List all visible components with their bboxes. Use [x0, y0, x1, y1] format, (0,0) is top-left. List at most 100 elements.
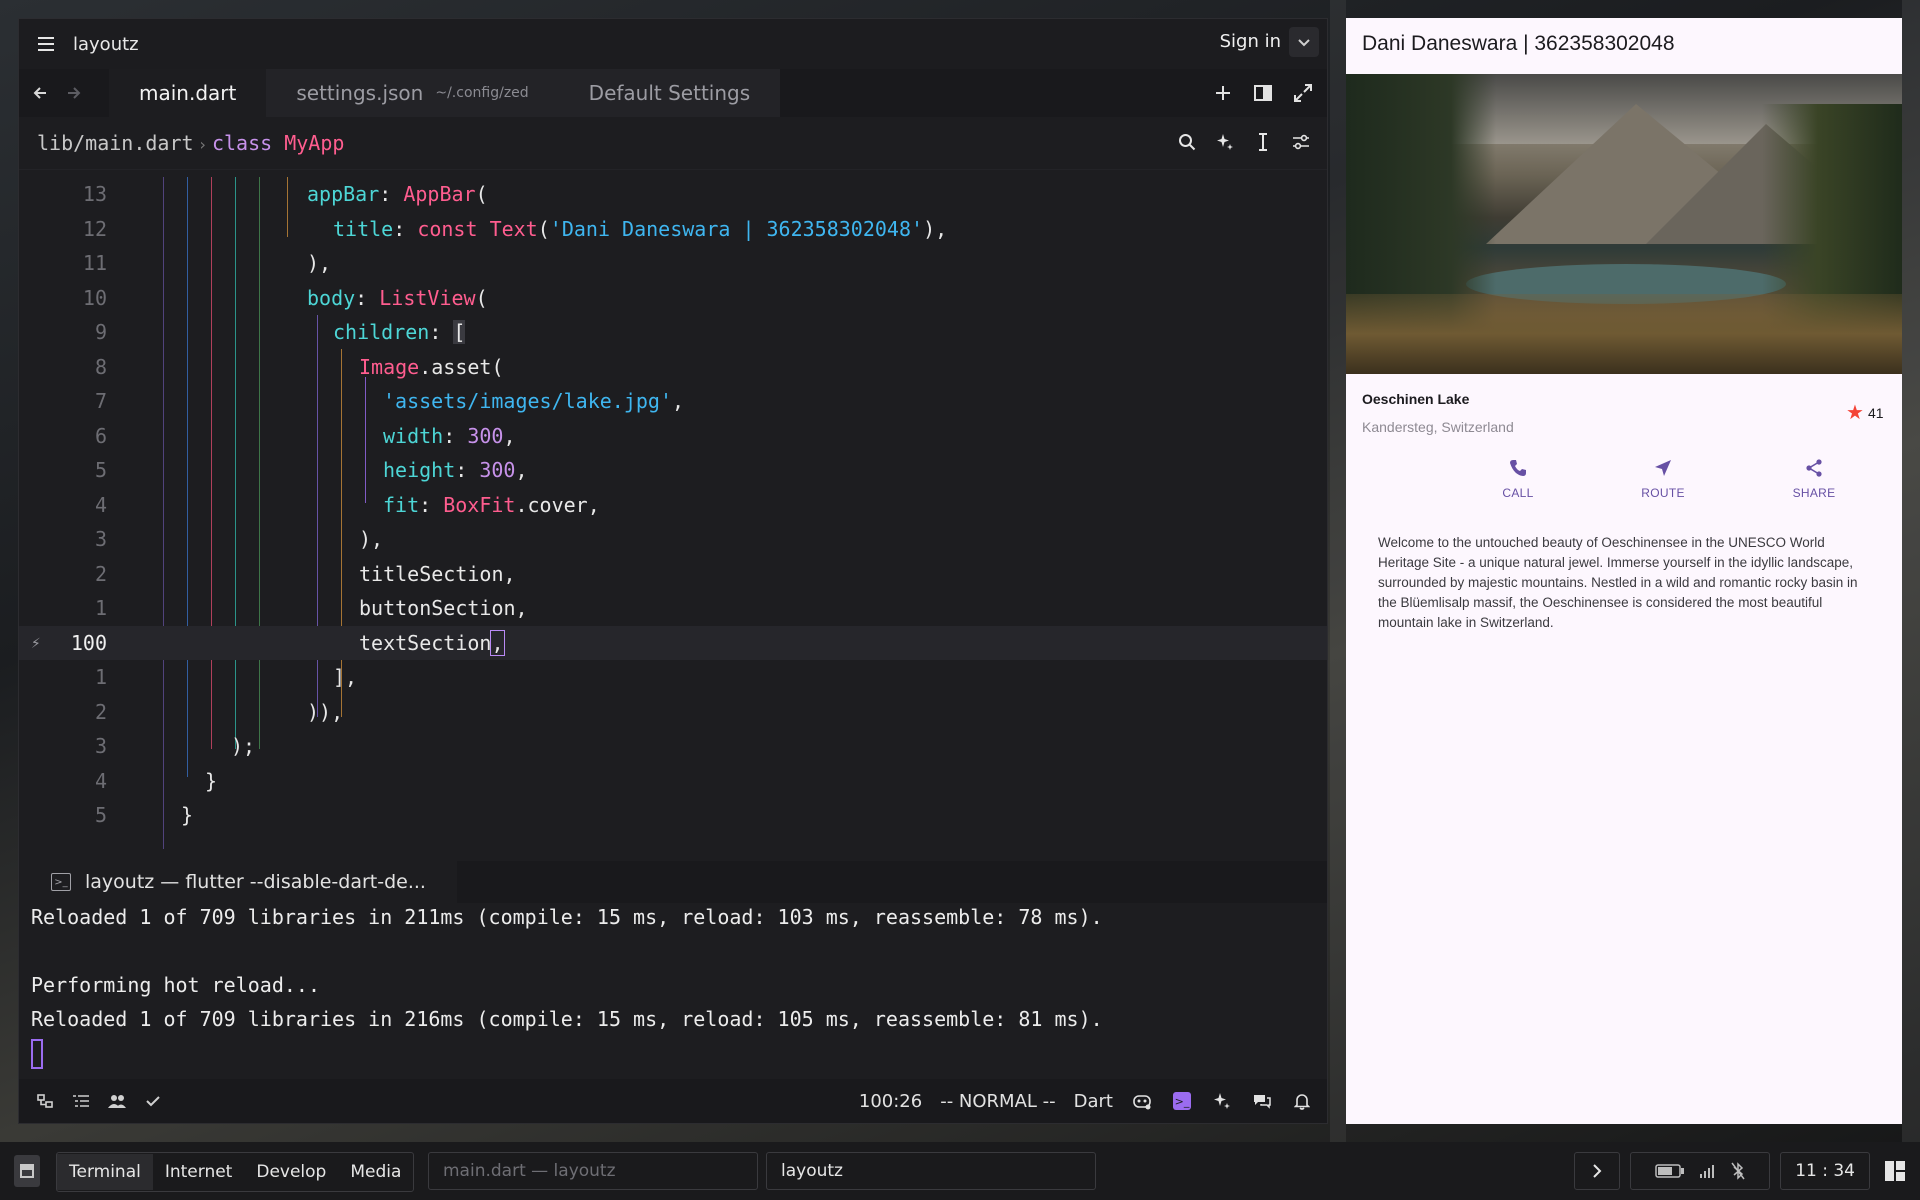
bell-icon[interactable]: [1291, 1090, 1313, 1112]
code-line[interactable]: 9 children: [: [19, 315, 1327, 350]
code-line-current[interactable]: ⚡ 100 textSection,: [19, 625, 1327, 660]
outline-list-icon[interactable]: [71, 1091, 91, 1111]
workspace-media[interactable]: Media: [338, 1154, 413, 1190]
chat-icon[interactable]: [1251, 1090, 1273, 1112]
terminal-icon: >_: [51, 873, 71, 891]
assistant-sparkle-icon[interactable]: [1211, 128, 1239, 156]
assistant-sparkle-icon[interactable]: [1211, 1090, 1233, 1112]
breadcrumb-class[interactable]: MyApp: [284, 131, 344, 155]
collaborators-icon[interactable]: [107, 1091, 127, 1111]
code-token: :: [379, 182, 404, 206]
code-token: (: [537, 216, 550, 241]
code-line[interactable]: 10 body: ListView(: [19, 281, 1327, 316]
line-number: 1: [94, 665, 107, 689]
star-icon[interactable]: ★: [1846, 402, 1864, 422]
tab-main-dart[interactable]: main.dart: [109, 69, 267, 117]
line-number: 2: [94, 699, 107, 724]
code-token: fit: [383, 492, 420, 517]
code-line[interactable]: 7 'assets/images/lake.jpg',: [19, 384, 1327, 419]
share-icon: [1769, 454, 1859, 482]
tab-label: main.dart: [139, 81, 237, 105]
breadcrumb-bar: lib/main.dart › class MyApp: [19, 117, 1327, 170]
editor-window: layoutz Sign in main.dart settings.json …: [18, 18, 1328, 1124]
tab-settings-json[interactable]: settings.json ~/.config/zed: [266, 69, 559, 117]
bluetooth-off-icon[interactable]: [1731, 1162, 1745, 1180]
route-button[interactable]: ROUTE: [1618, 454, 1708, 500]
signal-icon[interactable]: [1699, 1163, 1717, 1179]
tab-default-settings[interactable]: Default Settings: [558, 69, 781, 117]
layout-icon[interactable]: [1880, 1152, 1910, 1190]
line-number: 3: [94, 734, 107, 758]
code-token: appBar: [307, 182, 380, 206]
check-icon[interactable]: [143, 1091, 163, 1111]
maximize-icon[interactable]: [1289, 79, 1317, 107]
code-token: textSection: [359, 630, 492, 655]
copilot-icon[interactable]: [1131, 1090, 1153, 1112]
project-name[interactable]: layoutz: [73, 34, 139, 55]
project-panel-icon[interactable]: [35, 1091, 55, 1111]
code-token: );: [231, 734, 256, 758]
launcher-icon[interactable]: [14, 1155, 40, 1187]
taskbar-window-editor[interactable]: main.dart — layoutz: [428, 1152, 758, 1190]
terminal-output[interactable]: Reloaded 1 of 709 libraries in 211ms (co…: [19, 903, 1327, 1093]
code-token: children: [333, 320, 430, 344]
code-line[interactable]: 1],: [19, 660, 1327, 695]
menu-icon[interactable]: [33, 31, 59, 57]
code-token: Text: [489, 216, 538, 241]
code-line[interactable]: 2)),: [19, 695, 1327, 730]
code-token: titleSection,: [359, 561, 516, 586]
code-line[interactable]: 2 titleSection,: [19, 557, 1327, 592]
terminal-tab[interactable]: >_ layoutz — flutter --disable-dart-de..…: [19, 861, 457, 903]
share-button[interactable]: SHARE: [1769, 454, 1859, 500]
code-line[interactable]: 3);: [19, 729, 1327, 764]
tab-path: ~/.config/zed: [435, 85, 529, 101]
code-line[interactable]: 3),: [19, 522, 1327, 557]
code-editor[interactable]: 13 appBar: AppBar( 12 title: const Text('D…: [19, 177, 1327, 849]
call-button[interactable]: CALL: [1473, 454, 1563, 500]
sign-in-button[interactable]: Sign in: [1220, 31, 1281, 52]
app-bar-title: Dani Daneswara | 362358302048: [1362, 32, 1675, 55]
code-line[interactable]: 8 Image.asset(: [19, 350, 1327, 385]
chevron-right-icon[interactable]: [1574, 1152, 1621, 1190]
code-token: (: [475, 182, 488, 206]
line-number: 3: [94, 527, 107, 551]
code-token: ],: [333, 665, 358, 689]
taskbar-window-preview[interactable]: layoutz: [766, 1152, 1096, 1190]
star-count: 41: [1868, 405, 1884, 421]
code-token: body: [307, 285, 356, 310]
sliders-icon[interactable]: [1287, 128, 1315, 156]
code-line[interactable]: 1 buttonSection,: [19, 591, 1327, 626]
language-selector[interactable]: Dart: [1074, 1091, 1113, 1112]
code-line[interactable]: 5}: [19, 798, 1327, 833]
workspace-internet[interactable]: Internet: [153, 1154, 245, 1190]
forward-arrow-icon[interactable]: [57, 69, 91, 117]
breadcrumb-path[interactable]: lib/main.dart: [37, 131, 194, 155]
code-line[interactable]: 13 appBar: AppBar(: [19, 177, 1327, 212]
code-line[interactable]: 6 width: 300,: [19, 419, 1327, 454]
clock[interactable]: 11 : 34: [1780, 1152, 1870, 1190]
battery-icon[interactable]: [1655, 1163, 1685, 1179]
code-token: :: [355, 285, 380, 310]
back-arrow-icon[interactable]: [23, 69, 57, 117]
code-line[interactable]: 5 height: 300,: [19, 453, 1327, 488]
lake-image: [1346, 74, 1902, 374]
cursor-position[interactable]: 100:26: [859, 1091, 922, 1112]
call-label: CALL: [1502, 486, 1534, 500]
code-line[interactable]: 4 fit: BoxFit.cover,: [19, 488, 1327, 523]
code-token: AppBar: [403, 182, 476, 206]
chevron-down-icon[interactable]: [1289, 27, 1319, 57]
workspace-terminal[interactable]: Terminal: [57, 1154, 153, 1190]
code-line[interactable]: 12 title: const Text('Dani Daneswara | 36…: [19, 212, 1327, 247]
terminal-tab-label: layoutz — flutter --disable-dart-de...: [85, 871, 426, 893]
search-icon[interactable]: [1173, 128, 1201, 156]
code-line[interactable]: 11),: [19, 246, 1327, 281]
breadcrumb[interactable]: lib/main.dart › class MyApp: [37, 131, 344, 155]
code-line[interactable]: 4}: [19, 764, 1327, 799]
terminal-icon[interactable]: >_: [1171, 1090, 1193, 1112]
code-token: :: [429, 320, 454, 344]
plus-icon[interactable]: [1209, 79, 1237, 107]
line-number: 1: [94, 596, 107, 620]
text-cursor-icon[interactable]: [1249, 128, 1277, 156]
workspace-develop[interactable]: Develop: [244, 1154, 338, 1190]
split-pane-icon[interactable]: [1249, 79, 1277, 107]
